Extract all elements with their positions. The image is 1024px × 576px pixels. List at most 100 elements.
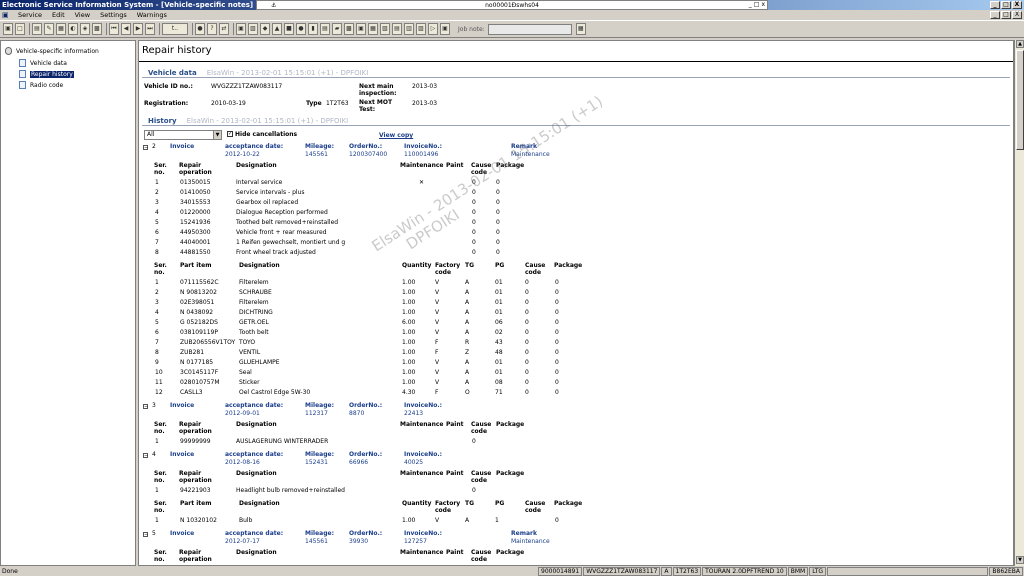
- operation-row[interactable]: 5 15241936 Toothed belt removed+reinstalle…: [143, 219, 1003, 229]
- job-note-input[interactable]: [487, 23, 572, 35]
- toolbar-button[interactable]: ◐: [68, 23, 78, 35]
- menu-bar: ▣ Service Edit View Settings Warnings _ …: [0, 10, 1024, 20]
- toolbar-button[interactable]: ▦: [56, 23, 66, 35]
- mdi-maximize-button[interactable]: □: [1001, 11, 1011, 19]
- toolbar-button[interactable]: ⏮: [109, 23, 119, 35]
- toolbar-button[interactable]: ?: [207, 23, 217, 35]
- acceptance-date-label: acceptance date:: [225, 451, 284, 458]
- operation-row[interactable]: 1 01350015 Interval service ✕ 0 0: [143, 179, 1003, 189]
- toolbar-button[interactable]: ▦: [368, 23, 378, 35]
- toolbar-button[interactable]: ⏭: [145, 23, 155, 35]
- toolbar-button[interactable]: ▣: [236, 23, 246, 35]
- embedded-close-button[interactable]: x: [761, 1, 765, 8]
- toolbar-button[interactable]: ◈: [80, 23, 90, 35]
- scroll-thumb[interactable]: [1016, 50, 1024, 150]
- part-row[interactable]: 4 N 0438092 DICHTRING 1.00 V A 01 0 0: [143, 309, 1003, 319]
- part-row[interactable]: 1 N 10320102 Bulb 1.00 V A 1 0: [143, 517, 1003, 527]
- embedded-browser-title[interactable]: ⚓ no00001Ðswhs04 _ □ x: [256, 0, 768, 10]
- maximize-button[interactable]: □: [1001, 1, 1011, 9]
- toolbar-button[interactable]: ▣: [3, 23, 13, 35]
- operation-row[interactable]: 3 34015553 Gearbox oil replaced 0 0: [143, 199, 1003, 209]
- part-row[interactable]: 9 N 0177185 GLUEHLAMPE 1.00 V A 01 0 0: [143, 359, 1003, 369]
- toolbar-button[interactable]: ▩: [92, 23, 102, 35]
- collapse-toggle-icon[interactable]: −: [143, 453, 148, 459]
- sidebar-item-radio-code[interactable]: Radio code: [19, 81, 63, 89]
- sidebar-item-vehicle-data[interactable]: Vehicle data: [19, 59, 67, 67]
- menu-warnings[interactable]: Warnings: [132, 11, 172, 19]
- collapse-toggle-icon[interactable]: −: [143, 532, 148, 538]
- menu-edit[interactable]: Edit: [47, 11, 70, 19]
- toolbar-button[interactable]: ▤: [320, 23, 330, 35]
- order-no: OrderNo.: 1200307400: [349, 143, 387, 158]
- menu-view[interactable]: View: [70, 11, 95, 19]
- col-ser-no: Ser. no.: [154, 549, 167, 563]
- toolbar-button[interactable]: t..: [162, 23, 188, 35]
- cell-quantity: 1.00: [402, 279, 416, 286]
- toolbar-button[interactable]: ⇄: [219, 23, 229, 35]
- scroll-up-icon[interactable]: ▲: [1016, 40, 1024, 48]
- operation-row[interactable]: 1 94221903 Headlight bulb removed+reinstal…: [143, 487, 1003, 497]
- menu-service[interactable]: Service: [13, 11, 47, 19]
- job-note-button[interactable]: ▦: [575, 23, 586, 35]
- chevron-down-icon[interactable]: ▼: [213, 131, 221, 139]
- part-row[interactable]: 1 071115562C Filterelem 1.00 V A 01 0 0: [143, 279, 1003, 289]
- parts-table-header: Ser. no. Part item Designation Quantity Fact…: [143, 500, 1003, 516]
- tree-root[interactable]: Vehicle-specific information: [5, 47, 99, 55]
- vertical-scrollbar[interactable]: ▲ ▼: [1014, 40, 1024, 566]
- toolbar-button[interactable]: ▩: [344, 23, 354, 35]
- toolbar-button[interactable]: ▤: [32, 23, 42, 35]
- toolbar-button[interactable]: ◀: [121, 23, 131, 35]
- mdi-close-button[interactable]: X: [1012, 11, 1022, 19]
- hide-cancellations-checkbox[interactable]: ✓: [227, 131, 233, 137]
- close-button[interactable]: X: [1012, 1, 1022, 9]
- toolbar-button[interactable]: ▧: [248, 23, 258, 35]
- toolbar-button[interactable]: ▲: [272, 23, 282, 35]
- part-row[interactable]: 12 CASLL3 Oel Castrol Edge 5W-30 4.30 F O 71 0 0: [143, 389, 1003, 399]
- toolbar-button[interactable]: ▮: [308, 23, 318, 35]
- toolbar-button[interactable]: ●: [195, 23, 205, 35]
- part-row[interactable]: 7 ZUB206556V1TOY TOYO 1.00 F R 43 0 0: [143, 339, 1003, 349]
- toolbar-button[interactable]: ▧: [380, 23, 390, 35]
- toolbar-button[interactable]: ▶: [133, 23, 143, 35]
- scroll-down-icon[interactable]: ▼: [1016, 556, 1024, 564]
- toolbar-button[interactable]: ▷: [428, 23, 438, 35]
- operation-row[interactable]: 8 44881550 Front wheel track adjusted 0 0: [143, 249, 1003, 259]
- part-row[interactable]: 10 3C0145117F Seal 1.00 V A 01 0 0: [143, 369, 1003, 379]
- sidebar-item-repair-history[interactable]: Repair history: [19, 70, 74, 78]
- embedded-maximize-button[interactable]: □: [754, 1, 760, 8]
- toolbar-button[interactable]: ▨: [416, 23, 426, 35]
- toolbar-button[interactable]: ▣: [356, 23, 366, 35]
- toolbar-button[interactable]: ●: [296, 23, 306, 35]
- operation-row[interactable]: 4 01220000 Dialogue Reception performed 0 0: [143, 209, 1003, 219]
- toolbar-button[interactable]: ▰: [332, 23, 342, 35]
- toolbar-button[interactable]: ▤: [392, 23, 402, 35]
- part-row[interactable]: 3 02E398051 Filterelem 1.00 V A 01 0 0: [143, 299, 1003, 309]
- embedded-minimize-button[interactable]: _: [749, 1, 752, 8]
- part-row[interactable]: 11 028010757M Sticker 1.00 V A 08 0 0: [143, 379, 1003, 389]
- collapse-toggle-icon[interactable]: −: [143, 145, 148, 151]
- invoice-no-value: 40025: [404, 459, 424, 466]
- menu-settings[interactable]: Settings: [95, 11, 132, 19]
- part-row[interactable]: 2 N 90813202 SCHRAUBE 1.00 V A 01 0 0: [143, 289, 1003, 299]
- toolbar-button[interactable]: ▣: [440, 23, 450, 35]
- history-filter-select[interactable]: All ▼: [144, 130, 222, 140]
- toolbar-button[interactable]: ◆: [260, 23, 270, 35]
- operation-row[interactable]: 6 44950300 Vehicle front + rear measured 0 0: [143, 229, 1003, 239]
- toolbar-button[interactable]: ✎: [44, 23, 54, 35]
- cell-cause-code: 0: [525, 339, 529, 346]
- collapse-toggle-icon[interactable]: −: [143, 404, 148, 410]
- view-copy-link[interactable]: View copy: [379, 132, 413, 139]
- toolbar-button[interactable]: □: [15, 23, 25, 35]
- document-icon: [19, 70, 26, 78]
- part-row[interactable]: 8 ZUB281 VENTIL 1.00 F Z 48 0 0: [143, 349, 1003, 359]
- operation-row[interactable]: 1 99999999 AUSLAGERUNG WINTERRADER 0: [143, 438, 1003, 448]
- minimize-button[interactable]: _: [990, 1, 1000, 9]
- part-row[interactable]: 6 038109119P Tooth belt 1.00 V A 02 0 0: [143, 329, 1003, 339]
- part-row[interactable]: 5 G 052182DS GETR.OEL 6.00 V A 06 0 0: [143, 319, 1003, 329]
- toolbar-button[interactable]: ▥: [404, 23, 414, 35]
- mdi-minimize-button[interactable]: _: [990, 11, 1000, 19]
- operation-row[interactable]: 2 01410050 Service intervals - plus 0 0: [143, 189, 1003, 199]
- acceptance-date-label: acceptance date:: [225, 402, 284, 409]
- operation-row[interactable]: 7 44040001 1 Reifen gewechselt, montiert u…: [143, 239, 1003, 249]
- toolbar-button[interactable]: ■: [284, 23, 294, 35]
